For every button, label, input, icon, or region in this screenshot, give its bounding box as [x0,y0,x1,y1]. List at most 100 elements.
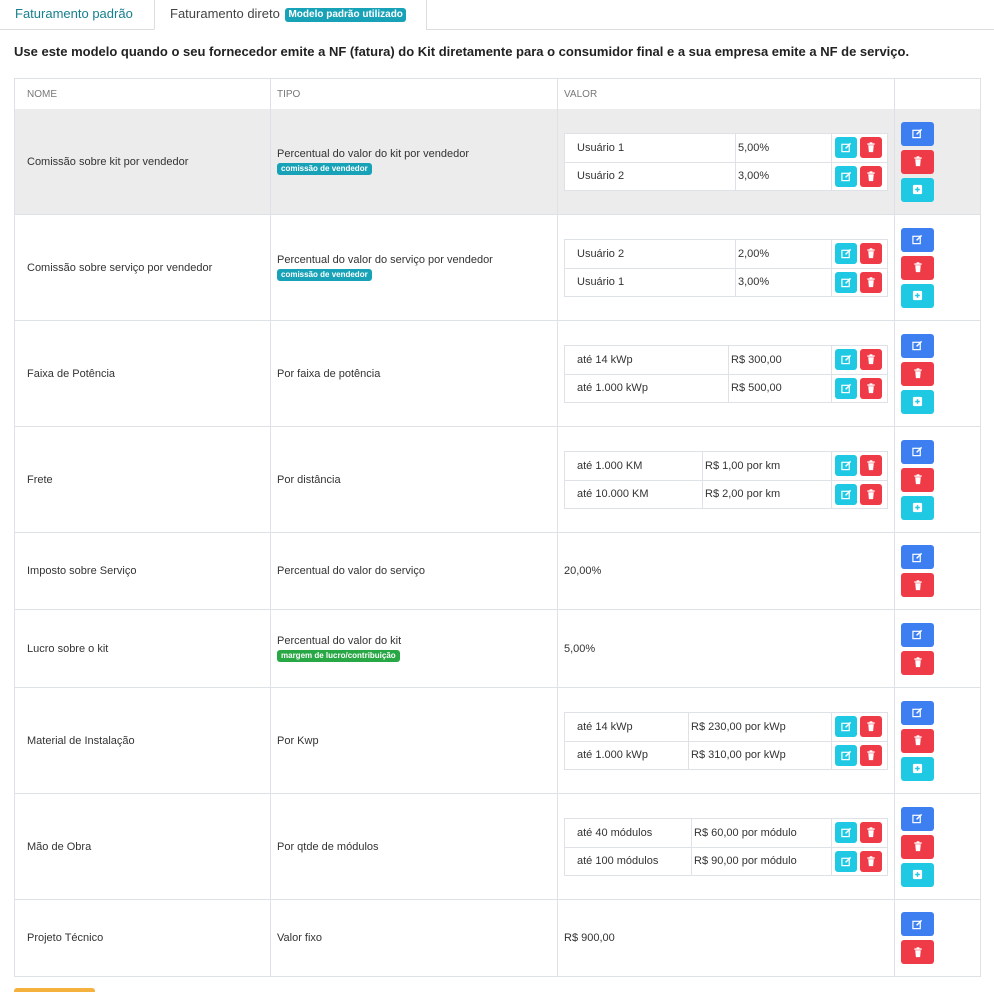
delete-value-button[interactable] [860,850,882,872]
subtable-row: até 1.000 kWp R$ 500,00 [565,373,887,402]
delete-row-button[interactable] [901,834,934,859]
edit-row-button[interactable] [901,227,934,252]
subtable-actions [832,346,882,374]
subtable-actions [832,163,882,190]
delete-row-button[interactable] [901,361,934,386]
edit-row-button[interactable] [901,439,934,464]
edit-value-button[interactable] [835,822,857,843]
edit-icon [912,707,923,718]
category-tag: comissão de vendedor [277,269,372,281]
add-value-button[interactable] [901,862,934,887]
plus-square-icon [912,396,923,407]
edit-row-button[interactable] [901,912,934,936]
range-label: Usuário 1 [565,268,736,296]
delete-row-button[interactable] [901,255,934,280]
delete-value-button[interactable] [860,716,882,737]
delete-value-button[interactable] [860,243,882,264]
edit-icon [840,750,852,761]
edit-value-button[interactable] [835,716,857,737]
add-value-button[interactable] [901,283,934,308]
valor-cell: Usuário 2 2,00% Usuário 1 3,00% [558,215,895,320]
delete-value-button[interactable] [860,271,882,293]
edit-value-button[interactable] [835,271,857,293]
valor-cell: até 1.000 KM R$ 1,00 por km até 10.000 KM R… [558,427,895,532]
valor-cell: 5,00% [558,610,895,687]
add-value-button[interactable] [901,756,934,781]
edit-icon [840,142,852,153]
edit-row-button[interactable] [901,700,934,725]
trash-icon [866,460,876,471]
delete-value-button[interactable] [860,455,882,476]
edit-icon [840,827,852,838]
edit-icon [840,489,852,500]
delete-row-button[interactable] [901,940,934,964]
delete-row-button[interactable] [901,467,934,492]
range-value: R$ 300,00 [729,345,832,374]
delete-row-button[interactable] [901,728,934,753]
trash-icon [866,855,876,867]
tipo-wrap: Por faixa de potência [277,368,380,380]
range-value: R$ 1,00 por km [703,451,832,480]
nome-cell: Projeto Técnico [15,900,271,976]
subtable-row: Usuário 1 5,00% [565,133,887,162]
trash-icon [913,946,923,958]
edit-value-button[interactable] [835,243,857,264]
range-label: até 40 módulos [565,818,692,847]
edit-row-button[interactable] [901,806,934,831]
subtable-actions [832,134,882,162]
value-text: 5,00% [564,642,596,655]
edit-row-button[interactable] [901,333,934,358]
edit-value-button[interactable] [835,349,857,370]
edit-value-button[interactable] [835,483,857,505]
delete-value-button[interactable] [860,822,882,843]
delete-row-button[interactable] [901,650,934,675]
delete-value-button[interactable] [860,483,882,505]
edit-value-button[interactable] [835,744,857,766]
table-row: Faixa de Potência Por faixa de potência at… [15,320,980,426]
tipo-cell: Percentual do valor do serviço [271,533,558,609]
tab-faturamento-padrao[interactable]: Faturamento padrão [0,0,155,30]
nome-cell: Material de Instalação [15,688,271,793]
delete-value-button[interactable] [860,744,882,766]
range-label: até 10.000 KM [565,480,703,508]
trash-icon [913,368,923,379]
range-value: R$ 230,00 por kWp [689,712,832,741]
plus-square-icon [912,290,923,301]
table-row: Material de Instalação Por Kwp até 14 kWp R… [15,687,980,793]
edit-row-button[interactable] [901,121,934,146]
edit-value-button[interactable] [835,455,857,476]
tipo-wrap: Percentual do valor do serviço por vende… [277,254,493,281]
range-value: 5,00% [736,133,832,162]
delete-value-button[interactable] [860,377,882,399]
plus-square-icon [912,502,923,513]
table-row: Projeto Técnico Valor fixo R$ 900,00 [15,899,980,976]
delete-value-button[interactable] [860,349,882,370]
add-value-button[interactable] [901,495,934,520]
delete-row-button[interactable] [901,573,934,597]
delete-row-button[interactable] [901,149,934,174]
add-value-button[interactable] [901,177,934,202]
edit-value-button[interactable] [835,165,857,187]
trash-icon [866,248,876,259]
edit-value-button[interactable] [835,850,857,872]
tipo-wrap: Por qtde de módulos [277,841,379,853]
nome-text: Faixa de Potência [27,367,116,380]
add-value-button[interactable] [901,389,934,414]
tab-bar: Faturamento padrão Faturamento direto Mo… [0,0,994,30]
edit-value-button[interactable] [835,377,857,399]
trash-icon [913,156,923,167]
tipo-cell: Percentual do valor do serviço por vende… [271,215,558,320]
trash-icon [913,579,923,591]
subtable-row: Usuário 1 3,00% [565,267,887,296]
edit-icon [912,919,923,930]
plus-square-icon [912,184,923,195]
subtable-actions [832,269,882,296]
delete-value-button[interactable] [860,165,882,187]
tab-faturamento-direto[interactable]: Faturamento direto Modelo padrão utiliza… [154,0,427,30]
edit-row-button[interactable] [901,545,934,569]
trash-icon [866,827,876,838]
edit-value-button[interactable] [835,137,857,158]
edit-row-button[interactable] [901,622,934,647]
bottom-action-button[interactable] [14,988,95,992]
delete-value-button[interactable] [860,137,882,158]
